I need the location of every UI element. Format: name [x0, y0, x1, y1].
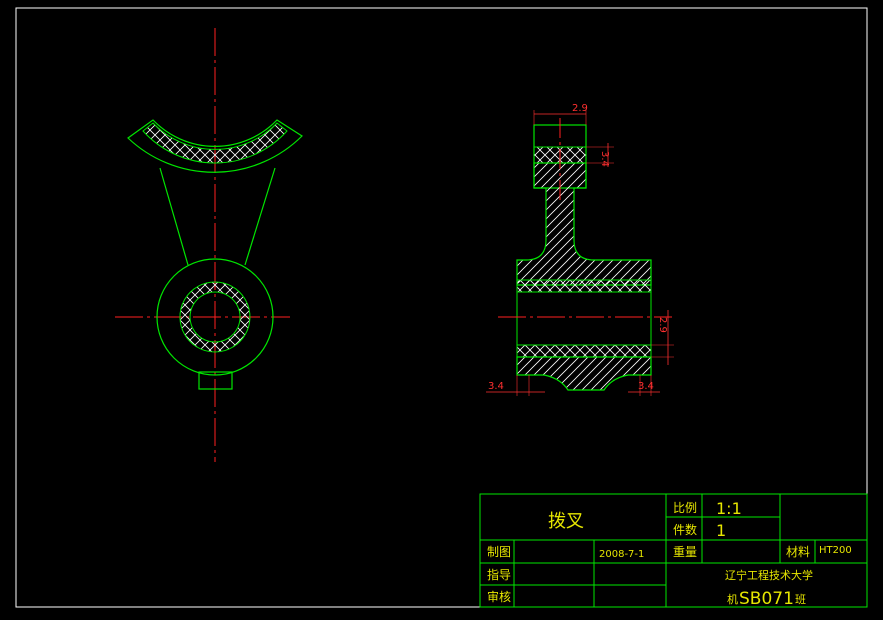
hub-upper-wall — [516, 279, 652, 293]
dim-right-gap: 2.9 — [657, 317, 668, 333]
left-arm — [159, 167, 189, 266]
class-prefix: 机 — [727, 592, 738, 606]
scale-value: 1:1 — [716, 499, 742, 518]
quantity-label: 件数 — [673, 522, 697, 537]
weight-label: 重量 — [673, 545, 697, 559]
class-suffix: 班 — [795, 593, 806, 606]
neck-section — [516, 162, 652, 286]
drawn-label: 制图 — [487, 545, 511, 559]
material-value: HT200 — [819, 545, 852, 556]
section-view — [498, 118, 672, 391]
dim-top-width: 2.9 — [572, 103, 588, 114]
scale-label: 比例 — [673, 501, 697, 515]
dim-bottom-right: 3.4 — [638, 381, 654, 392]
drawn-date: 2008-7-1 — [599, 549, 644, 560]
hub-bore — [516, 291, 652, 346]
dim-top-wall: 3.4 — [599, 151, 610, 167]
right-arm — [244, 167, 276, 266]
hub-bottom-section — [516, 356, 652, 391]
review-label: 审核 — [487, 589, 511, 604]
school-name: 辽宁工程技术大学 — [725, 568, 813, 582]
part-name: 拨叉 — [548, 511, 584, 532]
guide-label: 指导 — [487, 567, 511, 582]
quantity-value: 1 — [716, 521, 726, 540]
hub-lower-wall — [516, 344, 652, 358]
cad-drawing: 2.9 3.4 2.9 3.4 3.4 拨叉 比例 1:1 件数 1 制图 20… — [15, 7, 868, 609]
dim-bottom-left: 3.4 — [488, 381, 504, 392]
class-code: SB071 — [739, 589, 794, 609]
material-label: 材料 — [786, 545, 810, 559]
front-view — [115, 28, 303, 462]
